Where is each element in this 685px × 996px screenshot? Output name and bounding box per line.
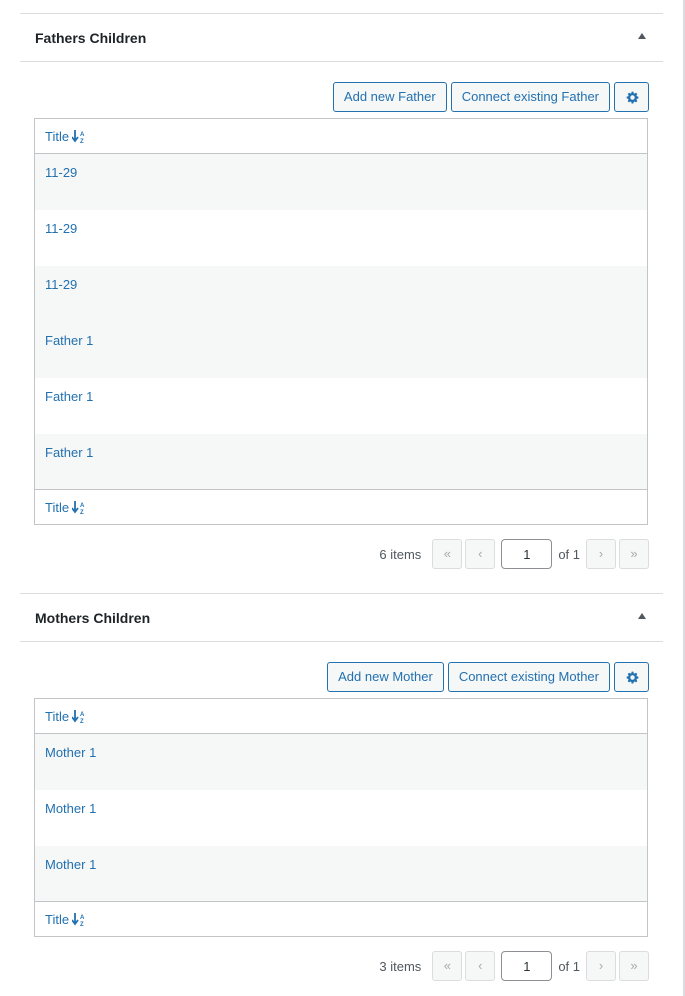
svg-text:Z: Z [80, 922, 84, 926]
mothers-table: Title A Z Mother 1 Mother 1 Mother 1 Title… [34, 698, 648, 937]
total-pages: of 1 [558, 546, 580, 562]
table-row: Father 1 [34, 433, 648, 490]
svg-text:A: A [80, 915, 85, 921]
toolbar: Add new Father Connect existing Father [332, 82, 649, 112]
panel-title: Fathers Children [35, 30, 147, 46]
last-page-button[interactable]: » [619, 539, 649, 569]
gear-icon [626, 671, 639, 684]
column-footer-title[interactable]: Title A Z [34, 901, 648, 937]
next-page-button[interactable]: › [586, 951, 616, 981]
row-title-link[interactable]: Mother 1 [45, 734, 637, 760]
connect-existing-father-button[interactable]: Connect existing Father [450, 82, 610, 112]
arrow-up-icon[interactable] [638, 613, 646, 619]
settings-button[interactable] [614, 82, 649, 112]
column-footer-title[interactable]: Title A Z [34, 489, 648, 525]
prev-page-button[interactable]: ‹ [465, 951, 496, 981]
svg-text:A: A [80, 712, 85, 718]
row-title-link[interactable]: Father 1 [45, 378, 637, 404]
row-title-link[interactable]: 11-29 [45, 154, 637, 180]
svg-text:Z: Z [80, 139, 84, 143]
add-new-father-button[interactable]: Add new Father [332, 82, 447, 112]
column-title-label: Title [45, 499, 70, 515]
table-row: Mother 1 [35, 790, 648, 846]
toolbar: Add new Mother Connect existing Mother [327, 662, 649, 692]
pagination: 6 items « ‹ of 1 › » [379, 539, 649, 569]
last-page-button[interactable]: » [619, 951, 649, 981]
table-row: Mother 1 [34, 845, 648, 902]
current-page-input[interactable] [501, 951, 553, 981]
row-title-link[interactable]: Father 1 [45, 322, 637, 348]
table-row: 11-29 [34, 265, 648, 322]
svg-text:Z: Z [80, 510, 84, 514]
settings-button[interactable] [614, 662, 649, 692]
next-page-button[interactable]: › [586, 539, 616, 569]
row-title-link[interactable]: Father 1 [45, 434, 637, 460]
table-row: Father 1 [35, 378, 648, 434]
panel-header[interactable]: Mothers Children [20, 593, 663, 642]
svg-text:A: A [80, 503, 85, 509]
sort-alpha-icon: AZ [72, 709, 85, 723]
column-title-label: Title [45, 911, 70, 927]
table-row: 11-29 [34, 153, 648, 210]
items-count: 6 items [379, 546, 422, 562]
first-page-button[interactable]: « [432, 539, 463, 569]
arrow-up-icon[interactable] [638, 33, 646, 39]
column-title-label: Title [45, 708, 70, 724]
fathers-table: Title A Z 11-29 11-29 11-29 Father 1 Fathe… [34, 118, 648, 525]
table-row: Father 1 [34, 321, 648, 378]
row-title-link[interactable]: 11-29 [45, 210, 637, 236]
row-title-link[interactable]: 11-29 [45, 266, 637, 292]
total-pages: of 1 [558, 958, 580, 974]
table-row: 11-29 [35, 210, 648, 266]
current-page-input[interactable] [501, 539, 553, 569]
svg-text:Z: Z [80, 719, 84, 723]
first-page-button[interactable]: « [432, 951, 463, 981]
sort-alpha-icon: AZ [72, 500, 85, 514]
sort-alpha-icon: AZ [72, 912, 85, 926]
fathers-children-panel: Fathers Children Add new Father Connect … [20, 13, 663, 569]
table-row: Mother 1 [34, 733, 648, 790]
connect-existing-mother-button[interactable]: Connect existing Mother [447, 662, 610, 692]
column-header-title[interactable]: Title A Z [34, 118, 648, 154]
items-count: 3 items [379, 958, 422, 974]
column-header-title[interactable]: Title A Z [34, 698, 648, 734]
svg-text:A: A [80, 132, 85, 138]
column-title-label: Title [45, 128, 70, 144]
row-title-link[interactable]: Mother 1 [45, 846, 637, 872]
mothers-children-panel: Mothers Children Add new Mother Connect … [20, 593, 663, 981]
panel-header[interactable]: Fathers Children [20, 13, 663, 62]
gear-icon [626, 91, 639, 104]
add-new-mother-button[interactable]: Add new Mother [327, 662, 444, 692]
row-title-link[interactable]: Mother 1 [45, 790, 637, 816]
panel-title: Mothers Children [35, 610, 151, 626]
pagination: 3 items « ‹ of 1 › » [379, 951, 649, 981]
sort-alpha-icon: AZ [72, 129, 85, 143]
prev-page-button[interactable]: ‹ [465, 539, 496, 569]
